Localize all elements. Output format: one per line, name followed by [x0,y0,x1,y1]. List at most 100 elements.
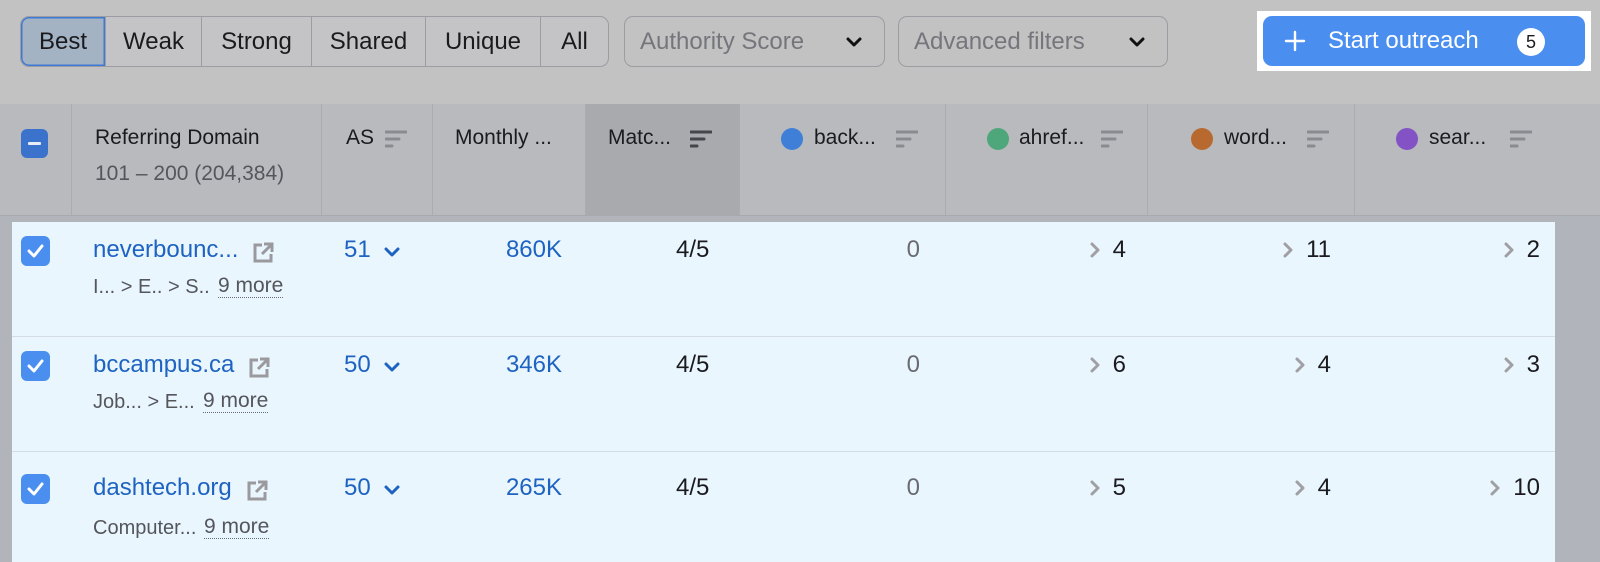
authority-score-value[interactable]: 50 [344,474,371,502]
external-link-icon[interactable] [246,355,272,381]
authority-score-label: Authority Score [640,27,805,55]
header-as[interactable]: AS [321,104,432,215]
competitor-3-backlinks[interactable]: 4 [1294,474,1331,502]
table-row[interactable]: dashtech.org Computer... 9 more 50 265K … [12,452,1555,562]
header-as-label: AS [346,126,375,149]
chevron-right-icon [1295,480,1305,496]
backlinks-table: Referring Domain 101 – 200 (204,384) AS … [0,104,1600,562]
header-matches[interactable]: Matc... [585,104,739,215]
target-backlinks-value: 0 [906,474,920,501]
start-outreach-button[interactable]: Start outreach 5 [1263,16,1585,66]
competitor-backlinks-count: 5 [1112,474,1126,501]
segment-best[interactable]: Best [21,17,105,66]
checkmark-icon [27,359,44,373]
competitor-4-backlinks[interactable]: 2 [1503,236,1540,264]
sort-icon [1307,130,1329,148]
header-competitor-1[interactable]: back... [739,104,945,215]
domain-link[interactable]: bccampus.ca [93,351,234,379]
header-competitor-3[interactable]: word... [1147,104,1354,215]
competitor-3-backlinks[interactable]: 4 [1294,351,1331,379]
header-referring-domain-label: Referring Domain [95,126,260,149]
header-referring-domain[interactable]: Referring Domain 101 – 200 (204,384) [71,104,321,215]
competitor-3-backlinks[interactable]: 11 [1282,236,1331,264]
select-all-checkbox[interactable] [21,129,48,158]
category-path: I... > E.. > S.. [93,276,210,298]
competitor-backlinks-count: 10 [1513,474,1540,501]
competitor-3-color-dot [1191,128,1213,150]
authority-score-dropdown[interactable]: Authority Score [624,16,885,67]
segment-unique[interactable]: Unique [425,17,540,66]
chevron-down-icon[interactable] [383,358,401,376]
competitor-2-color-dot [987,128,1009,150]
competitor-backlinks-count: 4 [1317,474,1331,501]
segment-shared[interactable]: Shared [311,17,425,66]
domain-link[interactable]: neverbounc... [93,236,238,264]
segment-weak[interactable]: Weak [105,17,201,66]
table-body: neverbounc... I... > E.. > S.. 9 more 51… [12,222,1555,562]
chevron-right-icon [1283,242,1293,258]
header-monthly-traffic[interactable]: Monthly ... [432,104,585,215]
monthly-traffic-value[interactable]: 346K [506,351,562,379]
segment-strong[interactable]: Strong [201,17,311,66]
sort-icon [1101,130,1123,148]
competitor-backlinks-count: 4 [1317,351,1331,378]
sort-icon [896,130,918,148]
start-outreach-highlight: Start outreach 5 [1257,11,1591,71]
more-categories-link[interactable]: 9 more [204,516,270,539]
competitor-backlinks-count: 4 [1112,236,1126,263]
more-categories-link[interactable]: 9 more [218,275,284,298]
header-competitor-3-label: word... [1224,126,1288,149]
authority-score-value[interactable]: 51 [344,236,371,264]
header-competitor-2[interactable]: ahref... [945,104,1147,215]
advanced-filters-dropdown[interactable]: Advanced filters [898,16,1168,67]
plus-icon [1284,30,1306,52]
table-row[interactable]: neverbounc... I... > E.. > S.. 9 more 51… [12,222,1555,337]
chevron-down-icon[interactable] [383,243,401,261]
header-competitor-2-label: ahref... [1019,126,1085,149]
header-monthly-label: Monthly ... [455,126,552,149]
matches-value: 4/5 [676,474,710,501]
header-competitor-4[interactable]: sear... [1354,104,1600,215]
chevron-down-icon[interactable] [383,481,401,499]
competitor-2-backlinks[interactable]: 6 [1089,351,1126,379]
table-row[interactable]: bccampus.ca Job... > E... 9 more 50 346K… [12,337,1555,452]
domain-link[interactable]: dashtech.org [93,474,232,502]
category-path: Computer... [93,517,197,539]
chevron-right-icon [1504,242,1514,258]
external-link-icon[interactable] [244,478,270,504]
chevron-right-icon [1090,480,1100,496]
backlink-type-segmented-control: Best Weak Strong Shared Unique All [20,16,609,67]
more-categories-link[interactable]: 9 more [203,390,269,413]
toolbar: Best Weak Strong Shared Unique All Autho… [0,0,1600,104]
row-checkbox[interactable] [21,236,50,266]
competitor-backlinks-count: 3 [1526,351,1540,378]
chevron-right-icon [1504,357,1514,373]
competitor-2-backlinks[interactable]: 5 [1089,474,1126,502]
competitor-2-backlinks[interactable]: 4 [1089,236,1126,264]
checkmark-icon [27,244,44,258]
category-path: Job... > E... [93,391,195,413]
chevron-right-icon [1490,480,1500,496]
monthly-traffic-value[interactable]: 265K [506,474,562,502]
competitor-4-color-dot [1396,128,1418,150]
competitor-4-backlinks[interactable]: 10 [1489,474,1540,502]
competitor-4-backlinks[interactable]: 3 [1503,351,1540,379]
header-competitor-1-label: back... [814,126,876,149]
chevron-right-icon [1090,357,1100,373]
competitor-backlinks-count: 6 [1112,351,1126,378]
competitor-backlinks-count: 11 [1306,236,1331,263]
monthly-traffic-value[interactable]: 860K [506,236,562,264]
row-checkbox[interactable] [21,474,50,504]
authority-score-value[interactable]: 50 [344,351,371,379]
table-scroll-gutter [1555,216,1600,562]
matches-value: 4/5 [676,236,710,263]
target-backlinks-value: 0 [906,236,920,263]
competitor-backlinks-count: 2 [1526,236,1540,263]
header-range-label: 101 – 200 (204,384) [95,162,285,185]
chevron-down-icon [1129,37,1145,47]
row-checkbox[interactable] [21,351,50,381]
table-header: Referring Domain 101 – 200 (204,384) AS … [0,104,1600,216]
header-matches-label: Matc... [608,126,672,149]
segment-all[interactable]: All [540,17,608,66]
external-link-icon[interactable] [250,240,276,266]
